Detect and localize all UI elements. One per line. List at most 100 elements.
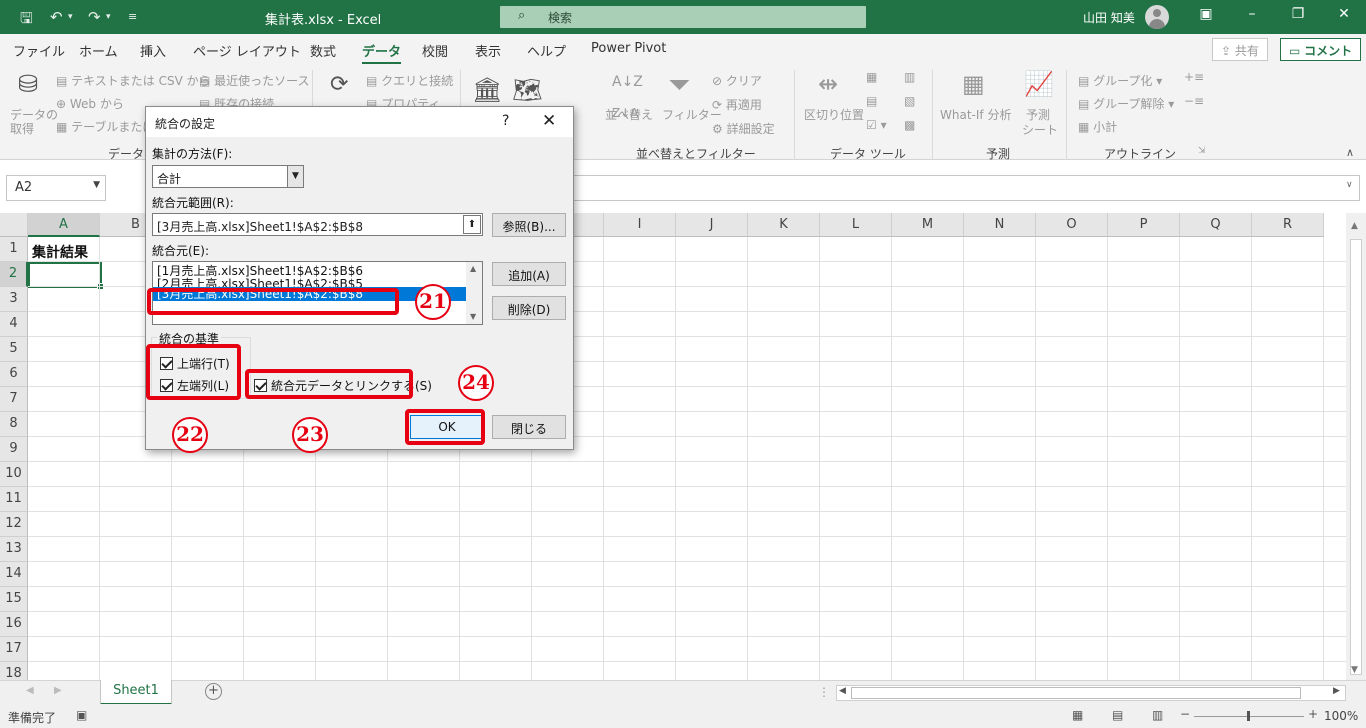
- ribbon-display-icon[interactable]: ▣: [1196, 6, 1216, 22]
- page-break-view-icon[interactable]: ▥: [1152, 708, 1163, 722]
- scroll-down-icon[interactable]: ▼: [1351, 665, 1358, 675]
- scroll-up-icon[interactable]: ▲: [1351, 221, 1358, 231]
- tab-view[interactable]: 表示: [475, 41, 501, 60]
- tab-formulas[interactable]: 数式: [310, 41, 336, 60]
- queries-conn-button[interactable]: ▤ クエリと接続: [366, 72, 453, 89]
- delete-button[interactable]: 削除(D): [492, 296, 566, 320]
- row-header-16[interactable]: 16: [0, 612, 28, 637]
- minimize-icon[interactable]: –: [1242, 6, 1262, 22]
- active-cell-a2[interactable]: [28, 262, 104, 290]
- row-header-1[interactable]: 1: [0, 237, 28, 262]
- expand-formula-icon[interactable]: ∨: [1346, 180, 1353, 190]
- zoom-level[interactable]: 100%: [1324, 709, 1358, 723]
- row-header-17[interactable]: 17: [0, 637, 28, 662]
- search-box[interactable]: ⌕ 検索: [500, 6, 866, 28]
- collapse-ribbon-icon[interactable]: ∧: [1346, 146, 1354, 159]
- help-icon[interactable]: ?: [502, 113, 509, 129]
- comment-button[interactable]: ▭ コメント: [1280, 38, 1362, 61]
- chevron-down-icon[interactable]: ▼: [93, 180, 100, 190]
- show-detail-icon[interactable]: +≡: [1184, 70, 1204, 84]
- column-header-o[interactable]: O: [1036, 213, 1108, 237]
- whatif-icon[interactable]: ▦: [962, 70, 985, 98]
- name-box[interactable]: A2 ▼: [6, 175, 106, 201]
- data-validation-icon[interactable]: ☑ ▾: [866, 118, 887, 132]
- tab-help[interactable]: ヘルプ: [527, 41, 566, 60]
- tab-file[interactable]: ファイル: [13, 41, 65, 60]
- outline-launcher-icon[interactable]: ⇲: [1198, 146, 1206, 156]
- tab-page-layout[interactable]: ページ レイアウト: [193, 41, 301, 60]
- zoom-in-icon[interactable]: +: [1308, 707, 1318, 721]
- normal-view-icon[interactable]: ▦: [1072, 708, 1083, 722]
- text-to-columns-label[interactable]: 区切り位置: [804, 106, 864, 123]
- macro-record-icon[interactable]: ▣: [76, 708, 87, 722]
- hide-detail-icon[interactable]: −≡: [1184, 94, 1204, 108]
- horizontal-scrollbar[interactable]: ◀ ▶: [836, 685, 1346, 701]
- tab-data[interactable]: データ: [362, 41, 402, 64]
- restore-icon[interactable]: ❐: [1288, 6, 1308, 22]
- close-button[interactable]: 閉じる: [492, 415, 566, 439]
- clear-button[interactable]: ⊘ クリア: [712, 72, 762, 89]
- reference-input[interactable]: [3月売上高.xlsx]Sheet1!$A$2:$B$8 ⬆: [152, 213, 483, 236]
- scroll-up-icon[interactable]: ▲: [470, 264, 476, 273]
- row-header-4[interactable]: 4: [0, 312, 28, 337]
- avatar[interactable]: [1145, 5, 1169, 29]
- column-header-p[interactable]: P: [1108, 213, 1180, 237]
- row-header-12[interactable]: 12: [0, 512, 28, 537]
- row-header-2[interactable]: 2: [0, 262, 28, 287]
- row-header-10[interactable]: 10: [0, 462, 28, 487]
- vertical-scrollbar[interactable]: ▲ ▼: [1346, 213, 1366, 680]
- forecast-sheet-icon[interactable]: 📈: [1024, 70, 1054, 98]
- column-header-n[interactable]: N: [964, 213, 1036, 237]
- column-header-r[interactable]: R: [1252, 213, 1324, 237]
- sheet-tab-sheet1[interactable]: Sheet1: [100, 680, 172, 705]
- row-header-18[interactable]: 18: [0, 662, 28, 680]
- list-item[interactable]: [1月売上高.xlsx]Sheet1!$A$2:$B$6: [153, 264, 466, 278]
- column-header-j[interactable]: J: [676, 213, 748, 237]
- geography-icon[interactable]: 🗺: [512, 76, 542, 104]
- web-button[interactable]: ⊕ Web から: [56, 95, 124, 112]
- recent-sources-button[interactable]: ▤ 最近使ったソース: [199, 72, 310, 89]
- remove-duplicates-icon[interactable]: ▤: [866, 94, 877, 108]
- formula-input[interactable]: [572, 175, 1360, 201]
- get-data-label2[interactable]: 取得: [10, 120, 34, 137]
- zoom-slider-thumb[interactable]: [1247, 711, 1250, 721]
- scroll-left-icon[interactable]: ◀: [839, 686, 846, 696]
- cell-a1[interactable]: 集計結果: [32, 242, 88, 262]
- row-header-8[interactable]: 8: [0, 412, 28, 437]
- filter-icon[interactable]: ⏷: [668, 68, 690, 102]
- customize-qat-icon[interactable]: ≡: [128, 10, 137, 23]
- row-header-14[interactable]: 14: [0, 562, 28, 587]
- data-model-icon[interactable]: ▩: [904, 118, 915, 132]
- scroll-down-icon[interactable]: ▼: [470, 312, 476, 321]
- tab-power-pivot[interactable]: Power Pivot: [591, 41, 666, 56]
- vertical-scroll-thumb[interactable]: [1350, 239, 1362, 675]
- prev-sheet-icon[interactable]: ◀: [26, 685, 34, 696]
- tab-split-handle[interactable]: ⋮: [818, 685, 830, 699]
- group-button[interactable]: ▤ グループ化 ▾: [1078, 72, 1162, 89]
- sort-az-icon[interactable]: A↓Z: [612, 74, 643, 90]
- column-header-k[interactable]: K: [748, 213, 820, 237]
- advanced-button[interactable]: ⚙ 詳細設定: [712, 120, 775, 137]
- reapply-button[interactable]: ⟳ 再適用: [712, 96, 762, 113]
- browse-button[interactable]: 参照(B)...: [492, 213, 566, 237]
- page-layout-view-icon[interactable]: ▤: [1112, 708, 1123, 722]
- row-header-11[interactable]: 11: [0, 487, 28, 512]
- stocks-icon[interactable]: 🏛: [472, 76, 502, 104]
- column-header-a[interactable]: A: [28, 213, 100, 237]
- whatif-label[interactable]: What-If 分析: [940, 106, 1011, 123]
- collapse-dialog-icon[interactable]: ⬆: [463, 215, 481, 234]
- list-item[interactable]: [2月売上高.xlsx]Sheet1!$A$2:$B$5: [153, 277, 466, 287]
- share-button[interactable]: ⇪ 共有: [1212, 38, 1268, 61]
- select-all-corner[interactable]: [0, 213, 28, 237]
- next-sheet-icon[interactable]: ▶: [54, 685, 62, 696]
- add-sheet-icon[interactable]: +: [205, 683, 222, 700]
- function-select[interactable]: 合計 ▼: [152, 165, 304, 188]
- row-header-9[interactable]: 9: [0, 437, 28, 462]
- redo-icon[interactable]: ↷: [88, 8, 101, 26]
- column-header-i[interactable]: I: [604, 213, 676, 237]
- list-scrollbar[interactable]: ▲ ▼: [466, 262, 482, 324]
- close-icon[interactable]: ✕: [542, 111, 556, 131]
- tab-home[interactable]: ホーム: [79, 41, 118, 60]
- add-button[interactable]: 追加(A): [492, 262, 566, 286]
- scroll-right-icon[interactable]: ▶: [1333, 686, 1340, 696]
